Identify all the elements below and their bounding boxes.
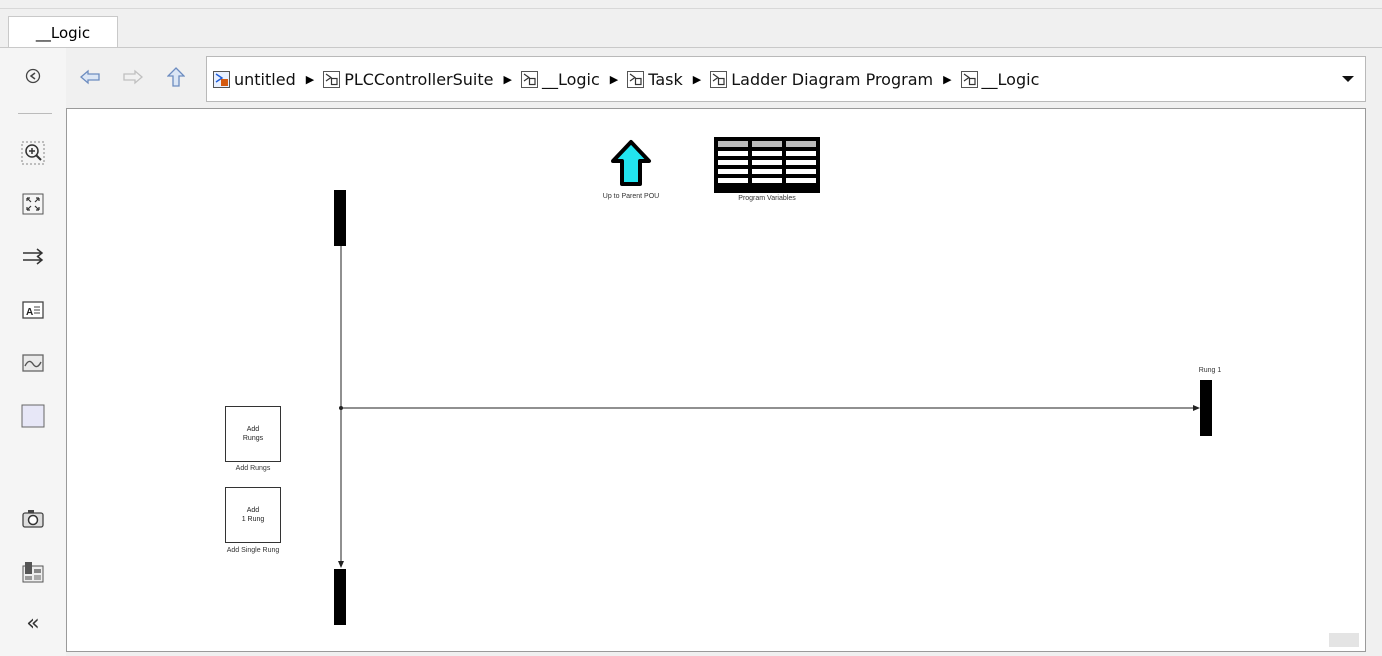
rung-label: Rung 1 bbox=[1198, 367, 1222, 374]
window-top-strip bbox=[0, 0, 1382, 9]
subsystem-icon bbox=[627, 70, 645, 88]
chevron-down-icon[interactable] bbox=[1339, 70, 1357, 88]
up-arrow-icon[interactable] bbox=[165, 66, 187, 88]
annotation-icon[interactable]: A bbox=[20, 297, 46, 323]
add-rungs-text-line2: Rungs bbox=[242, 435, 264, 442]
hide-explorer-icon[interactable] bbox=[20, 63, 46, 89]
forward-arrow-icon[interactable] bbox=[122, 66, 144, 88]
breadcrumb-separator-icon: ▶ bbox=[692, 72, 702, 86]
route-lines-icon[interactable] bbox=[20, 244, 46, 270]
breadcrumb-separator-icon: ▶ bbox=[305, 72, 315, 86]
back-arrow-icon[interactable] bbox=[79, 66, 101, 88]
subsystem-icon bbox=[710, 70, 728, 88]
left-toolbar: A « bbox=[0, 48, 66, 656]
program-variables-label: Program Variables bbox=[738, 195, 796, 202]
left-power-rail-bottom[interactable] bbox=[334, 569, 346, 625]
add-rungs-text-line1: Add bbox=[246, 426, 260, 433]
breadcrumb-label: Task bbox=[648, 69, 683, 89]
breadcrumb-separator-icon: ▶ bbox=[503, 72, 512, 86]
tab-strip-divider bbox=[0, 47, 1382, 48]
breadcrumb-label: untitled bbox=[234, 69, 296, 89]
breadcrumb-item-logic[interactable]: __Logic bbox=[520, 69, 600, 89]
breadcrumb-label: Ladder Diagram Program bbox=[731, 69, 934, 89]
tab-logic[interactable]: __Logic bbox=[8, 16, 118, 48]
add-rungs-button[interactable]: Add Rungs bbox=[225, 406, 281, 462]
zoom-icon[interactable] bbox=[20, 140, 46, 166]
left-power-rail-top[interactable] bbox=[334, 190, 346, 246]
rung-terminator[interactable] bbox=[1200, 380, 1212, 436]
breadcrumb-label: __Logic bbox=[541, 69, 600, 89]
add-single-rung-button[interactable]: Add 1 Rung bbox=[225, 487, 281, 543]
up-to-parent-icon[interactable] bbox=[609, 139, 653, 187]
image-icon[interactable] bbox=[20, 350, 46, 376]
breadcrumb-label: __Logic bbox=[981, 69, 1040, 89]
screenshot-icon[interactable] bbox=[20, 506, 46, 532]
program-variables-icon[interactable] bbox=[713, 136, 821, 194]
add-single-rung-text-line2: 1 Rung bbox=[241, 516, 265, 523]
fit-to-view-icon[interactable] bbox=[20, 191, 46, 217]
add-single-rung-caption: Add Single Rung bbox=[226, 547, 280, 554]
breadcrumb-item-plccontrollersuite[interactable]: PLCControllerSuite bbox=[323, 70, 493, 89]
breadcrumb-label: PLCControllerSuite bbox=[344, 69, 494, 89]
subsystem-icon bbox=[960, 70, 978, 88]
add-single-rung-text-line1: Add bbox=[246, 507, 260, 514]
collapse-icon[interactable]: « bbox=[20, 610, 46, 636]
area-icon[interactable] bbox=[20, 403, 46, 429]
property-inspector-icon[interactable] bbox=[20, 559, 46, 585]
breadcrumb-separator-icon: ▶ bbox=[943, 72, 952, 86]
breadcrumb: untitled ▶ PLCControllerSuite ▶ __Logic … bbox=[206, 56, 1366, 102]
up-to-parent-label: Up to Parent POU bbox=[602, 193, 660, 200]
model-icon bbox=[213, 70, 230, 88]
svg-text:A: A bbox=[26, 307, 33, 318]
toolbar-divider bbox=[18, 113, 52, 114]
breadcrumb-item-logic-current[interactable]: __Logic bbox=[960, 69, 1040, 89]
breadcrumb-items: untitled ▶ PLCControllerSuite ▶ __Logic … bbox=[213, 57, 1039, 101]
resize-grip[interactable] bbox=[1329, 633, 1359, 647]
breadcrumb-item-ladder-diagram-program[interactable]: Ladder Diagram Program bbox=[710, 70, 933, 89]
subsystem-icon bbox=[323, 70, 341, 88]
ladder-diagram-canvas[interactable]: Rung 1 Up to Parent POU Program Variable… bbox=[66, 108, 1366, 652]
breadcrumb-separator-icon: ▶ bbox=[609, 72, 619, 86]
add-rungs-caption: Add Rungs bbox=[235, 465, 271, 472]
app-window: __Logic A « untitled ▶ PLCControllerSuit… bbox=[0, 0, 1382, 656]
breadcrumb-item-task[interactable]: Task bbox=[627, 70, 683, 89]
breadcrumb-item-untitled[interactable]: untitled bbox=[213, 70, 296, 89]
subsystem-icon bbox=[520, 70, 538, 88]
